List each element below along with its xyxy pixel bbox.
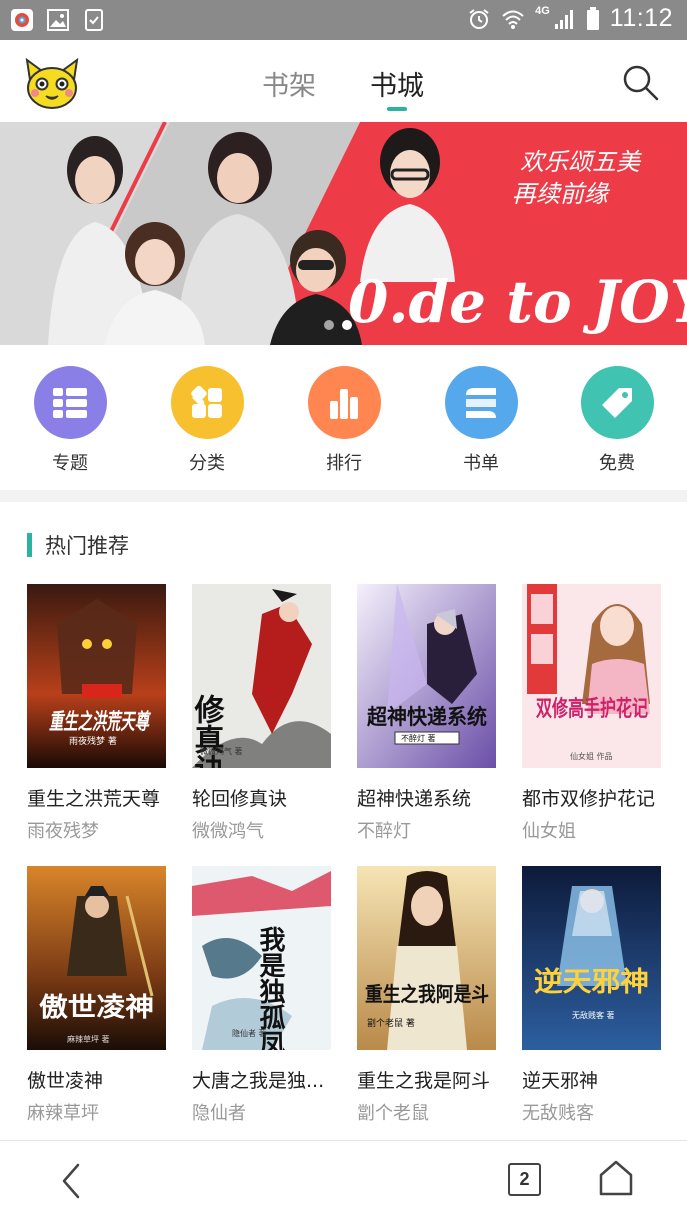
quick-nav-label: 排行 — [326, 453, 362, 474]
clock: 11:12 — [609, 4, 673, 32]
book-card[interactable]: 逆天邪神 无敌贱客 著 逆天邪神 无敌贱客 — [522, 866, 672, 1125]
banner-dot[interactable] — [324, 320, 334, 330]
quick-nav-label: 免费 — [599, 453, 635, 474]
quick-nav: 专题 分类 排行 书单 免费 — [0, 345, 687, 490]
tab-count-button[interactable]: 2 — [508, 1163, 541, 1196]
section-accent-bar — [27, 533, 32, 557]
wifi-icon — [502, 10, 524, 29]
signal-icon — [554, 9, 573, 29]
quick-nav-label: 书单 — [463, 453, 499, 474]
gallery-icon — [47, 9, 69, 31]
banner-artwork: 欢乐颂五美 再续前缘 0.de to JOY — [0, 122, 687, 345]
book-cover-image[interactable]: 重生之洪荒天尊 雨夜残梦 著 — [27, 584, 166, 768]
battery-icon — [586, 6, 599, 30]
book-card[interactable]: 重生之我阿是斗 劏个老鼠 著 重生之我是阿斗 劏个老鼠 — [357, 866, 507, 1125]
banner-dot-active[interactable] — [342, 320, 352, 330]
book-title[interactable]: 重生之洪荒天尊 — [27, 784, 177, 811]
book-cover-image[interactable]: 双修高手护花记 仙女姐 作品 — [522, 584, 661, 768]
book-author: 无敌贱客 — [522, 1103, 594, 1124]
status-bar: 4G 11:12 — [0, 0, 687, 40]
cover-title: 双修高手护花记 — [536, 696, 648, 722]
cover-author: 不醉灯 著 — [401, 733, 436, 743]
cover-title: 修真诀 — [192, 694, 226, 768]
top-header: 书架 书城 — [0, 40, 687, 122]
cover-title: 重生之我阿是斗 — [365, 982, 489, 1006]
back-arrow-icon[interactable] — [56, 1161, 86, 1201]
ranking-bars-icon — [307, 366, 381, 439]
book-title[interactable]: 轮回修真诀 — [192, 784, 342, 811]
section-header: 热门推荐 — [27, 530, 129, 560]
promo-banner[interactable]: 欢乐颂五美 再续前缘 0.de to JOY — [0, 122, 687, 345]
cover-title: 超神快递系统 — [367, 705, 487, 729]
cover-title: 逆天邪神 — [534, 966, 649, 998]
book-cover-image[interactable]: 超神快递系统 不醉灯 著 — [357, 584, 496, 768]
cartoon-cat-logo-icon[interactable] — [24, 58, 80, 110]
category-grid-icon — [170, 366, 244, 439]
quick-nav-label: 专题 — [52, 453, 88, 474]
list-icon — [33, 366, 107, 439]
banner-pagination — [324, 320, 352, 330]
book-cover-image[interactable]: 重生之我阿是斗 劏个老鼠 著 — [357, 866, 496, 1050]
book-author: 劏个老鼠 — [357, 1103, 429, 1124]
quick-nav-free[interactable]: 免费 — [572, 366, 662, 475]
alarm-icon — [469, 8, 489, 29]
book-card[interactable]: 超神快递系统 不醉灯 著 超神快递系统 不醉灯 — [357, 584, 507, 843]
booklist-icon — [444, 366, 518, 439]
book-author: 隐仙者 — [192, 1103, 246, 1124]
book-author: 雨夜残梦 — [27, 821, 99, 842]
banner-headline-1: 欢乐颂五美 — [520, 148, 642, 176]
tab-bookstore[interactable]: 书城 — [370, 64, 424, 103]
book-title[interactable]: 逆天邪神 — [522, 1066, 672, 1093]
cover-title: 重生之洪荒天尊 — [49, 709, 151, 735]
book-author: 仙女姐 — [522, 821, 576, 842]
banner-logo-text: 0.de to JOY — [348, 268, 687, 336]
network-type: 4G — [535, 4, 550, 17]
home-icon[interactable] — [598, 1159, 634, 1197]
cover-author: 隐仙者 著 — [232, 1028, 267, 1038]
cover-author: 无敌贱客 著 — [572, 1010, 615, 1020]
app-notification-icon — [11, 9, 33, 31]
quick-nav-label: 分类 — [189, 453, 225, 474]
cover-author: 劏个老鼠 著 — [367, 1017, 415, 1029]
book-cover-image[interactable]: 修真诀 微微鸿气 著 — [192, 584, 331, 768]
status-system-icons: 4G 11:12 — [467, 4, 673, 33]
quick-nav-category[interactable]: 分类 — [162, 366, 252, 475]
status-notification-icons — [10, 8, 106, 32]
book-title[interactable]: 重生之我是阿斗 — [357, 1066, 507, 1093]
book-author: 微微鸿气 — [192, 821, 264, 842]
tab-bookshelf[interactable]: 书架 — [262, 64, 316, 103]
book-card[interactable]: 我是独孤凤 隐仙者 著 大唐之我是独... 隐仙者 — [192, 866, 342, 1125]
book-card[interactable]: 傲世凌神 麻辣草坪 著 傲世凌神 麻辣草坪 — [27, 866, 177, 1125]
book-title[interactable]: 傲世凌神 — [27, 1066, 177, 1093]
section-title: 热门推荐 — [45, 534, 129, 558]
banner-headline-2: 再续前缘 — [512, 180, 611, 208]
cover-author: 麻辣草坪 著 — [67, 1034, 110, 1044]
price-tag-icon — [580, 366, 654, 439]
book-cover-image[interactable]: 我是独孤凤 隐仙者 著 — [192, 866, 331, 1050]
download-complete-icon — [85, 9, 103, 31]
book-card[interactable]: 双修高手护花记 仙女姐 作品 都市双修护花记 仙女姐 — [522, 584, 672, 843]
book-author: 麻辣草坪 — [27, 1103, 99, 1124]
book-card[interactable]: 重生之洪荒天尊 雨夜残梦 著 重生之洪荒天尊 雨夜残梦 — [27, 584, 177, 843]
book-title[interactable]: 都市双修护花记 — [522, 784, 672, 811]
book-cover-image[interactable]: 傲世凌神 麻辣草坪 著 — [27, 866, 166, 1050]
book-author: 不醉灯 — [357, 821, 411, 842]
quick-nav-booklist[interactable]: 书单 — [436, 366, 526, 475]
book-title[interactable]: 超神快递系统 — [357, 784, 507, 811]
search-icon[interactable] — [620, 62, 660, 102]
cover-title: 傲世凌神 — [39, 992, 154, 1023]
bottom-nav-bar: 2 — [0, 1140, 687, 1218]
book-title[interactable]: 大唐之我是独... — [192, 1066, 342, 1093]
book-card[interactable]: 修真诀 微微鸿气 著 轮回修真诀 微微鸿气 — [192, 584, 342, 843]
quick-nav-ranking[interactable]: 排行 — [299, 366, 389, 475]
book-cover-image[interactable]: 逆天邪神 无敌贱客 著 — [522, 866, 661, 1050]
section-divider — [0, 490, 687, 502]
cover-author: 微微鸿气 著 — [200, 746, 243, 756]
cover-author: 雨夜残梦 著 — [69, 735, 117, 747]
quick-nav-topics[interactable]: 专题 — [25, 366, 115, 475]
cover-author: 仙女姐 作品 — [570, 751, 613, 761]
active-tab-indicator — [387, 107, 407, 111]
